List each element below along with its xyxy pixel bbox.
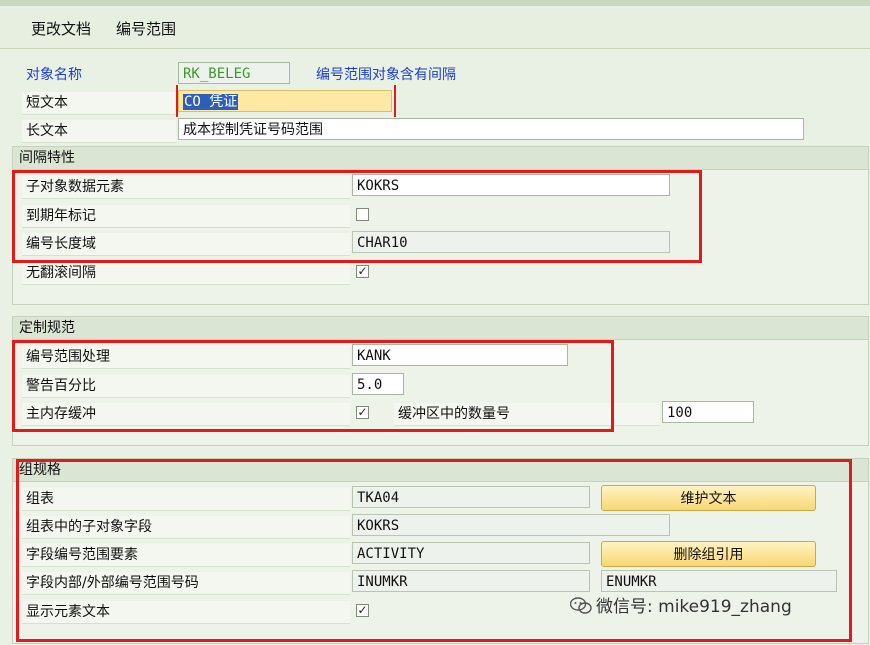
interval-group-title: 间隔特性 [13, 147, 868, 170]
long-text-field[interactable]: 成本控制凭证号码范围 [178, 118, 804, 140]
short-text-label: 短文本 [22, 92, 176, 115]
buffer-count-field[interactable]: 100 [662, 401, 754, 423]
short-text-focus-marker [176, 85, 396, 117]
number-range-button[interactable]: 编号范围 [116, 18, 176, 39]
no-rollover-checkbox[interactable]: ✓ [356, 265, 369, 278]
object-name-label: 对象名称 [26, 67, 82, 83]
change-document-button[interactable]: 更改文档 [31, 18, 91, 39]
toolbar: 更改文档 编号范围 [0, 0, 870, 49]
long-text-label: 长文本 [22, 120, 176, 143]
object-note: 编号范围对象含有间隔 [316, 67, 456, 83]
toolbar-top-strip [0, 0, 870, 6]
wechat-icon [569, 597, 592, 614]
no-rollover-label: 无翻滚间隔 [22, 262, 350, 285]
watermark-text: 微信号: mike919_zhang [596, 597, 792, 617]
custom-group-title: 定制规范 [13, 317, 868, 340]
watermark: 微信号: mike919_zhang [569, 592, 792, 617]
interval-highlight-box [12, 170, 702, 263]
object-name-field: RK_BELEG [178, 62, 290, 84]
custom-highlight-box [12, 340, 614, 432]
